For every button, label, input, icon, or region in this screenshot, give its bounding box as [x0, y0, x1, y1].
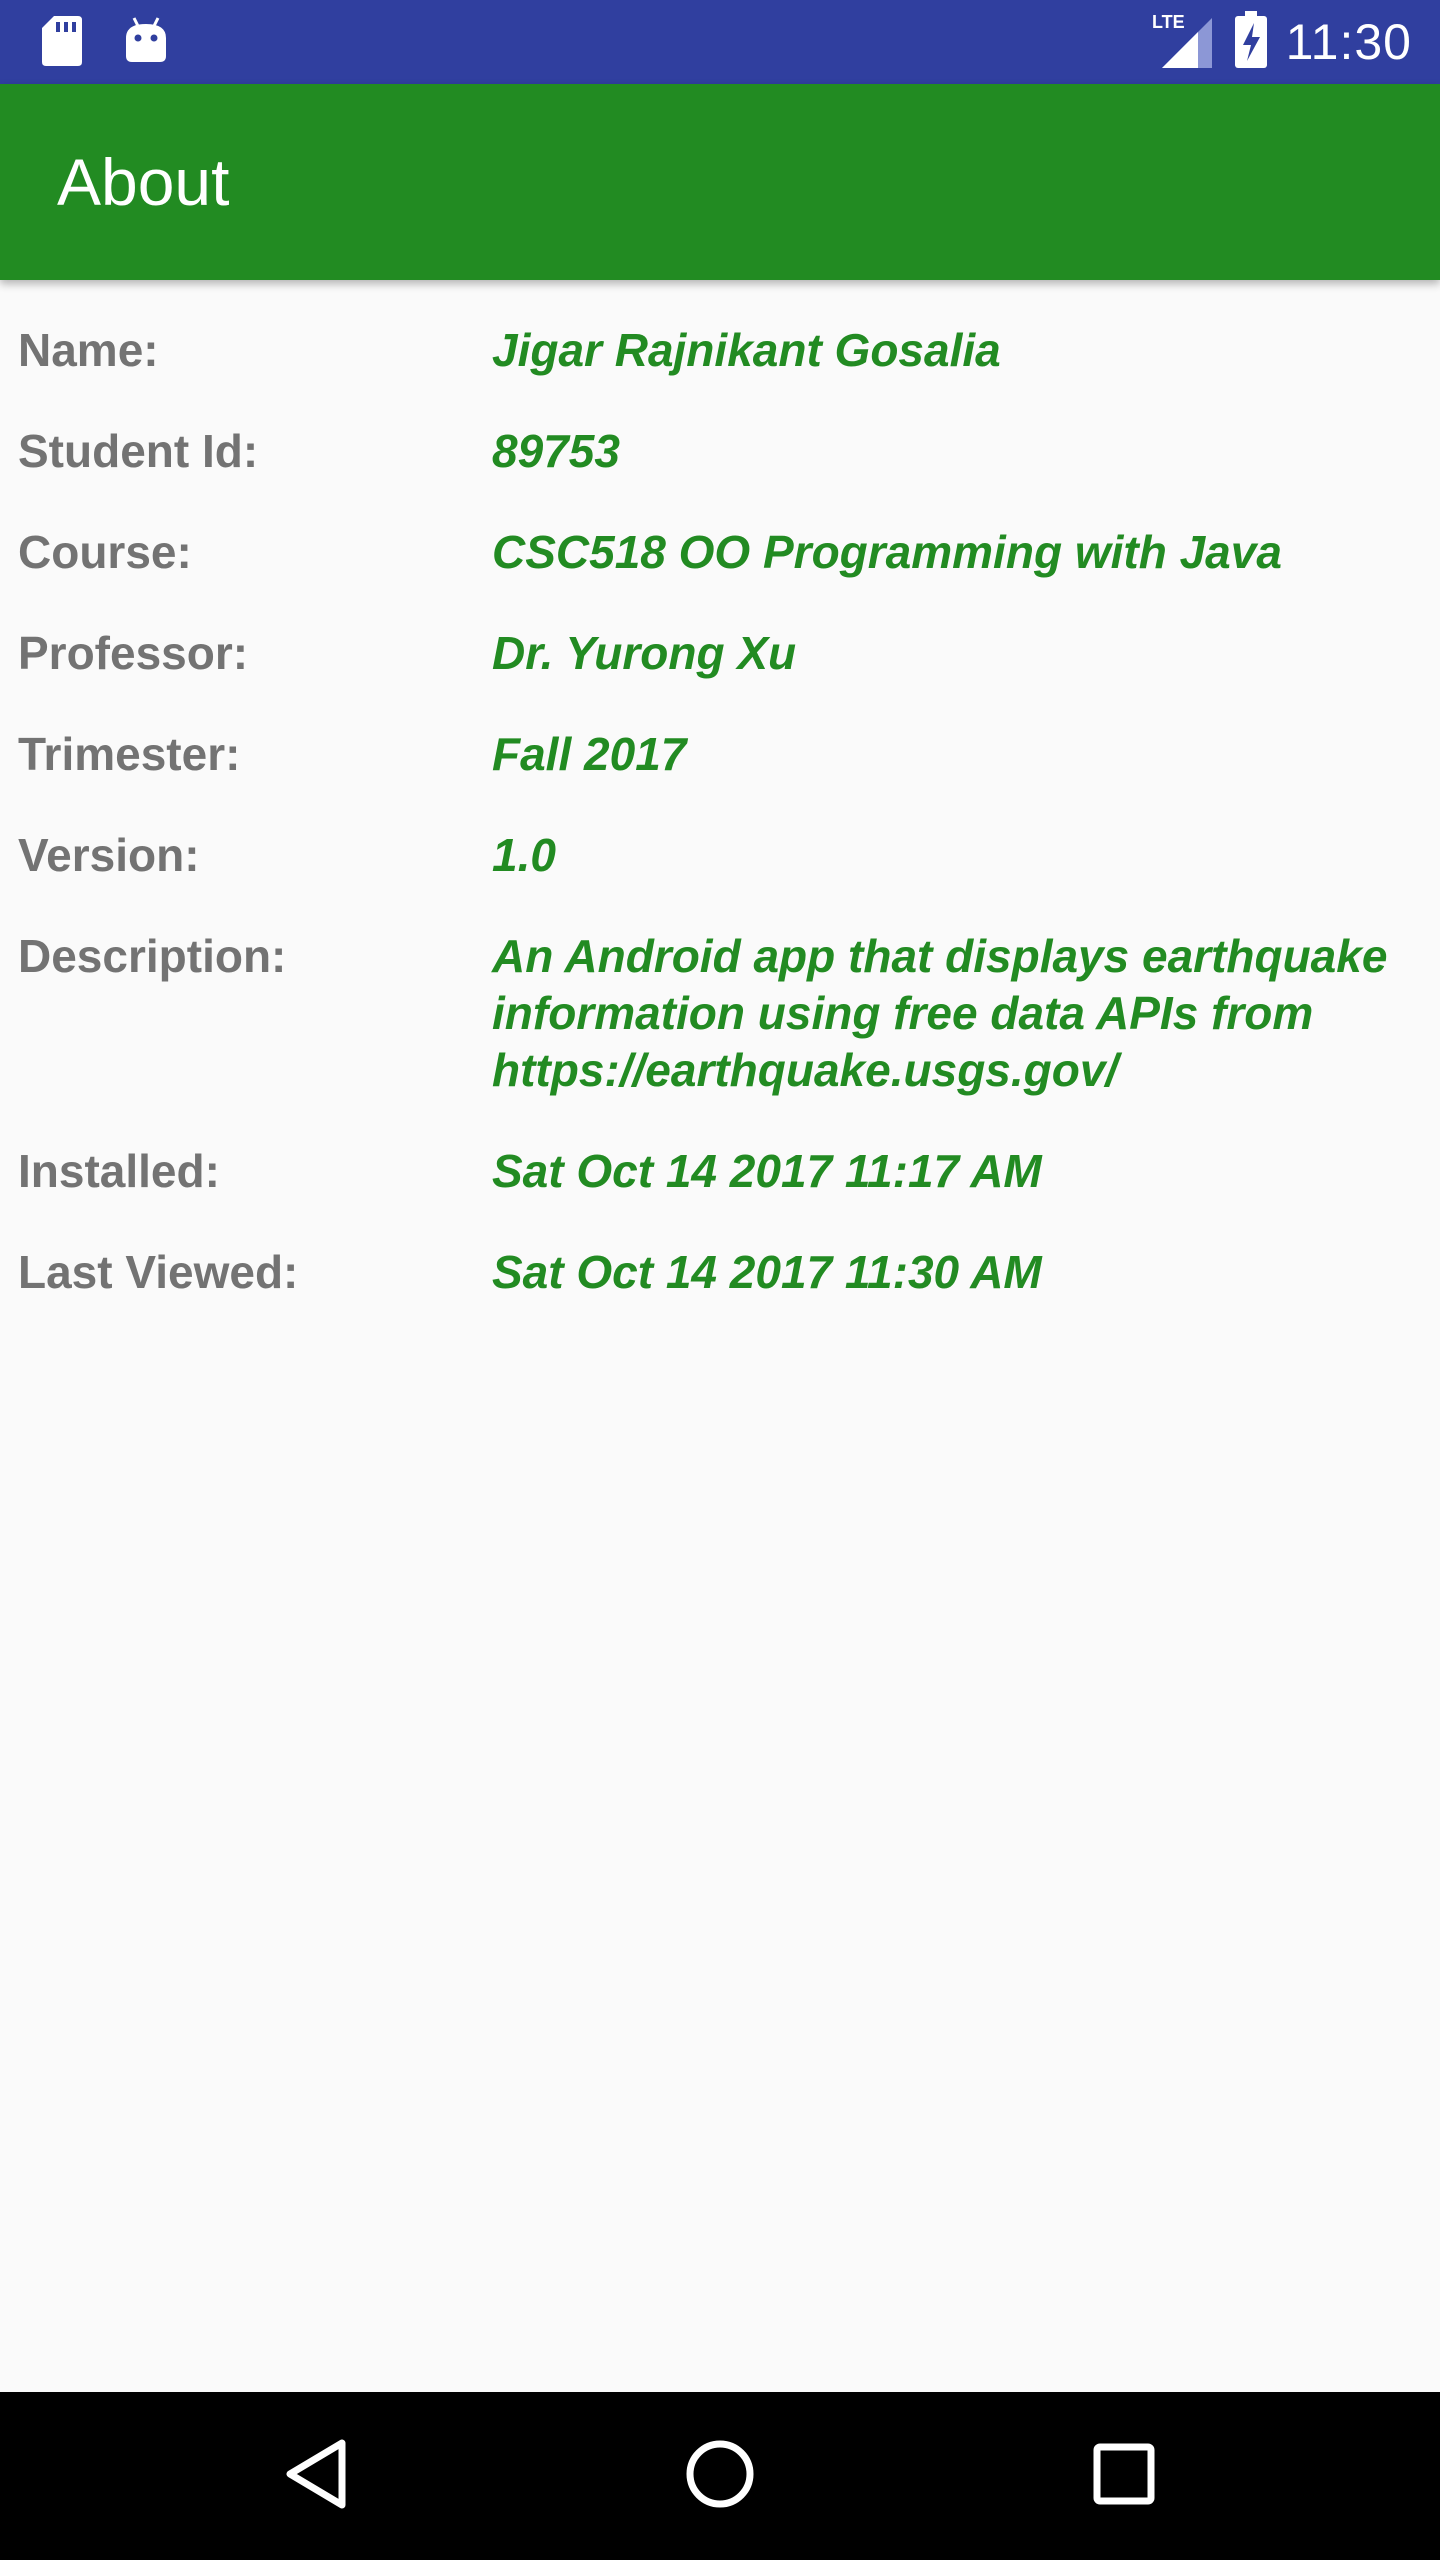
version-label: Version:	[18, 829, 200, 881]
trimester-value: Fall 2017	[492, 728, 687, 780]
professor-label: Professor:	[18, 627, 249, 679]
clock: 11:30	[1285, 14, 1412, 70]
about-info-list: Name: Jigar Rajnikant Gosalia Student Id…	[0, 280, 1440, 2392]
notification-icons	[40, 14, 168, 73]
trimester-label: Trimester:	[18, 728, 241, 780]
recents-button[interactable]	[1074, 2426, 1174, 2526]
page-title: About	[57, 145, 230, 219]
back-button[interactable]	[266, 2426, 366, 2526]
name-label: Name:	[18, 324, 159, 376]
version-value: 1.0	[492, 829, 556, 881]
home-button[interactable]	[670, 2426, 770, 2526]
course-label: Course:	[18, 526, 192, 578]
battery-charging-icon	[1234, 10, 1268, 74]
svg-text:LTE: LTE	[1152, 12, 1185, 32]
installed-label: Installed:	[18, 1145, 220, 1197]
lte-signal-icon: LTE	[1152, 10, 1216, 75]
recents-icon	[1093, 2443, 1155, 2510]
name-value: Jigar Rajnikant Gosalia	[492, 324, 1001, 376]
student-id-label: Student Id:	[18, 425, 259, 477]
app-bar: About	[0, 84, 1440, 280]
system-icons: LTE 11:30	[1152, 0, 1412, 84]
course-value: CSC518 OO Programming with Java	[492, 526, 1282, 578]
navigation-bar	[0, 2392, 1440, 2560]
professor-value: Dr. Yurong Xu	[492, 627, 797, 679]
status-bar: LTE 11:30	[0, 0, 1440, 84]
last-viewed-label: Last Viewed:	[18, 1246, 299, 1298]
installed-value: Sat Oct 14 2017 11:17 AM	[492, 1145, 1042, 1197]
student-id-value: 89753	[492, 425, 620, 477]
description-value: An Android app that displays earthquake …	[492, 930, 1388, 1096]
last-viewed-value: Sat Oct 14 2017 11:30 AM	[492, 1246, 1042, 1298]
sd-card-icon	[40, 14, 84, 73]
home-icon	[685, 2439, 755, 2514]
android-icon	[124, 16, 168, 71]
back-icon	[284, 2439, 348, 2514]
description-label: Description:	[18, 930, 287, 982]
